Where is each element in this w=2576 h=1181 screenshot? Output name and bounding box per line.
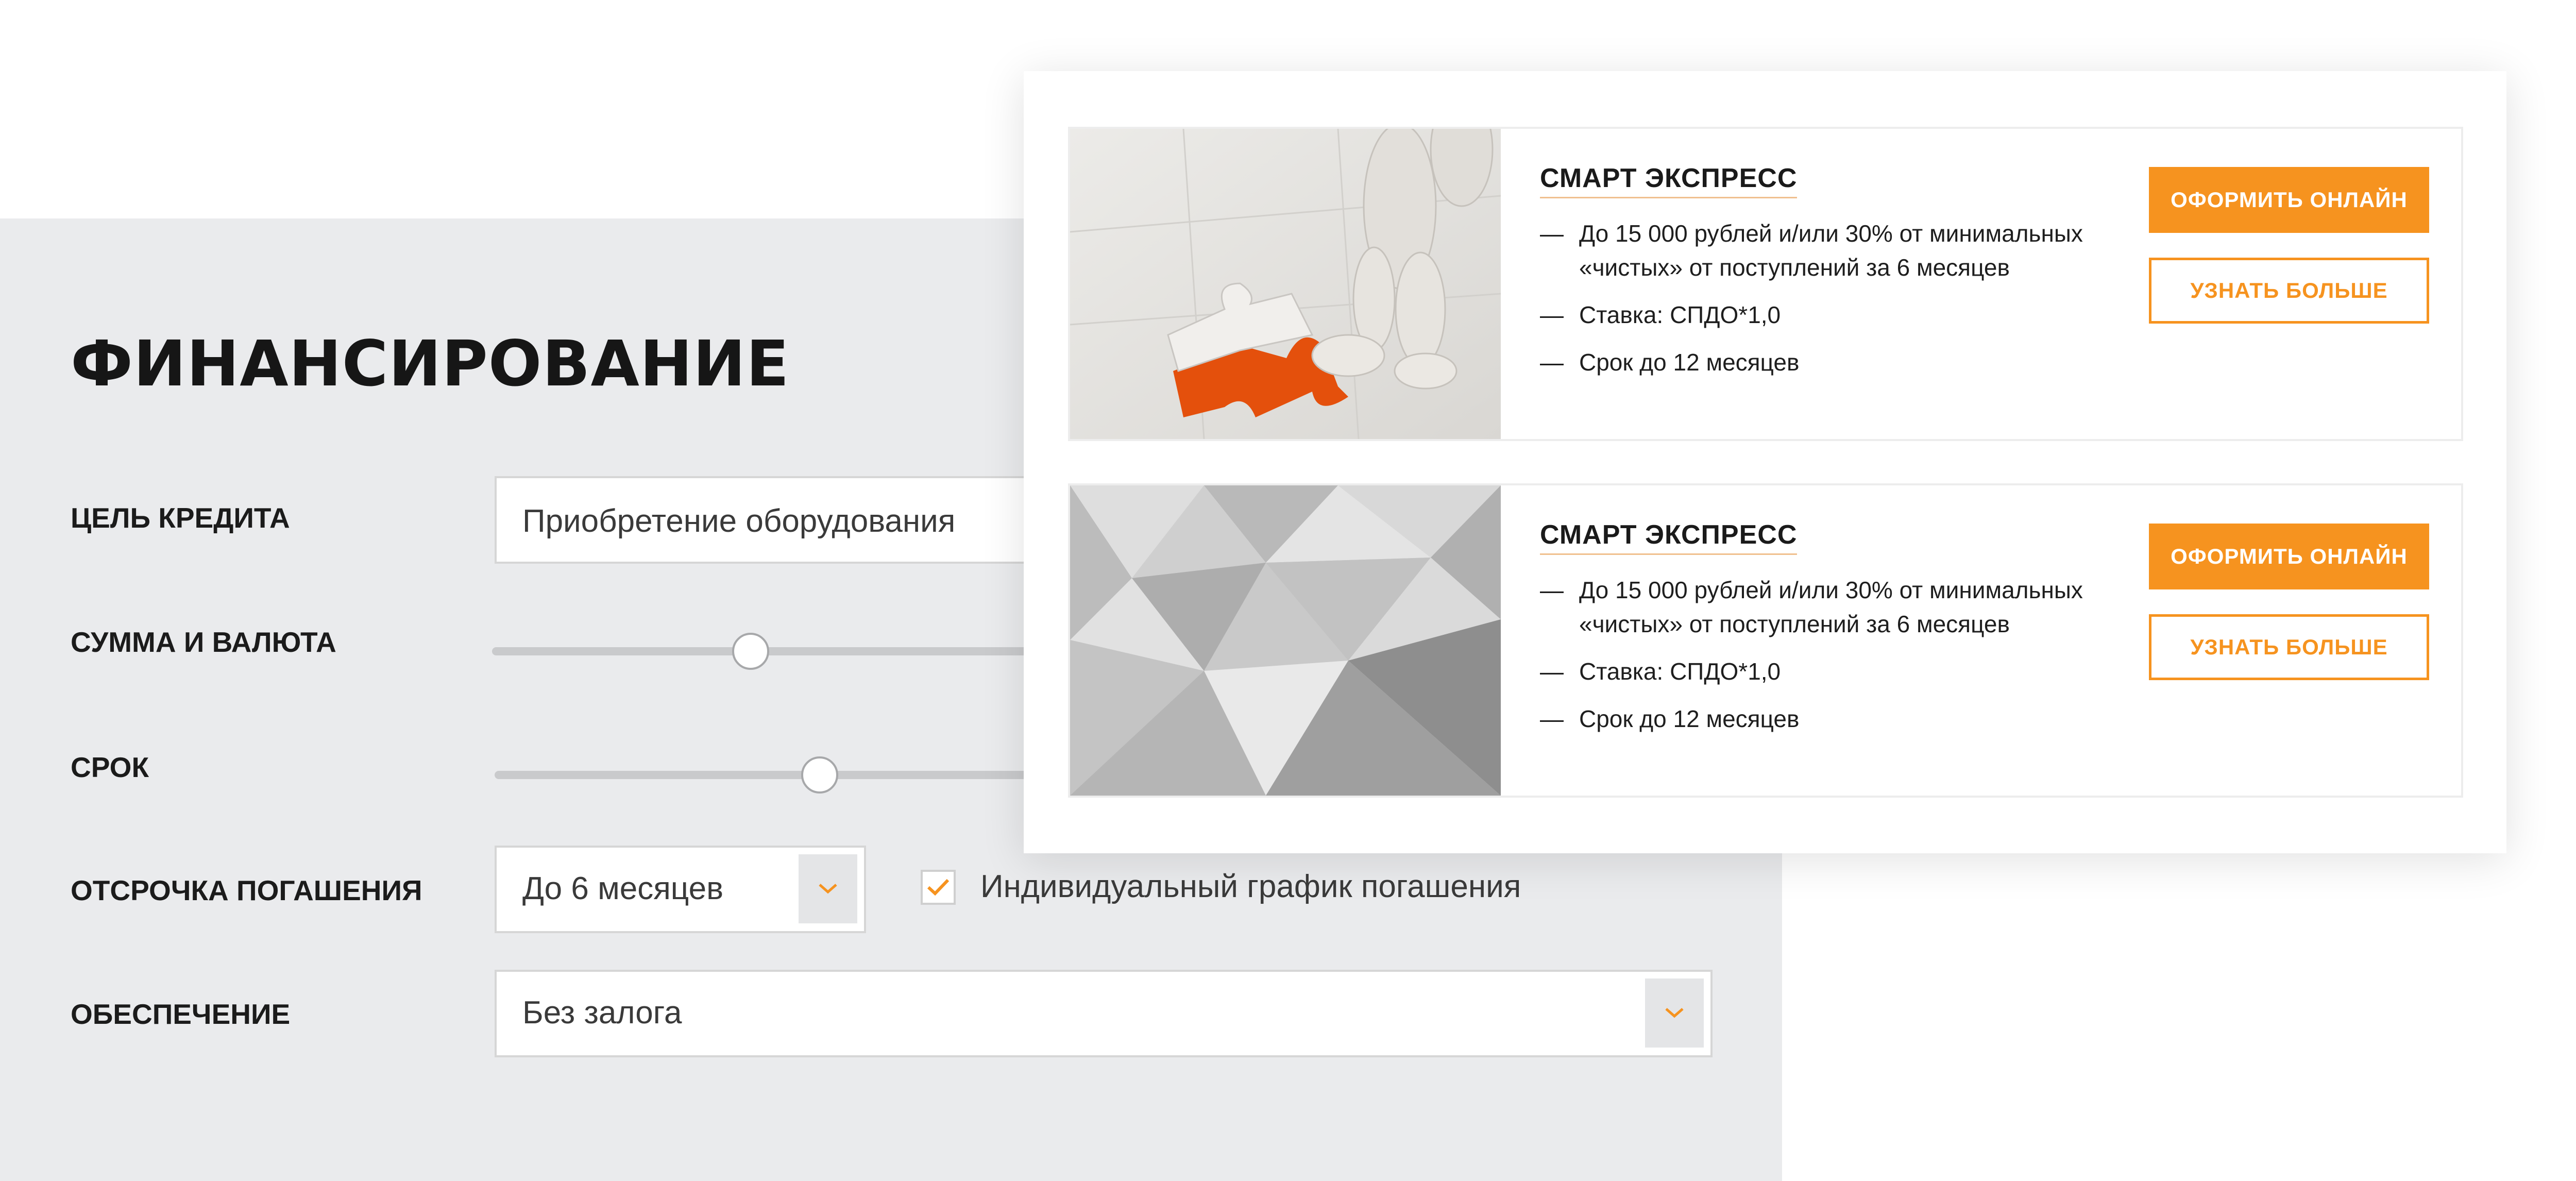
offer-feature: — Срок до 12 месяцев	[1540, 705, 1800, 732]
term-slider-thumb[interactable]	[801, 756, 838, 794]
term-slider-track[interactable]	[495, 771, 1028, 779]
offer-feature: — Срок до 12 месяцев	[1540, 349, 1800, 376]
apply-online-button[interactable]: ОФОРМИТЬ ОНЛАЙН	[2149, 167, 2429, 233]
geometric-pattern-image	[1070, 485, 1501, 796]
collateral-dropdown-button[interactable]	[1645, 978, 1704, 1048]
offer-title: СМАРТ ЭКСПРЕСС	[1540, 517, 1798, 555]
collateral-label: ОБЕСПЕЧЕНИЕ	[71, 998, 291, 1030]
learn-more-button[interactable]: УЗНАТЬ БОЛЬШЕ	[2149, 258, 2429, 324]
term-label: СРОК	[71, 751, 149, 783]
chevron-down-icon	[1665, 1008, 1684, 1018]
purpose-label: ЦЕЛЬ КРЕДИТА	[71, 502, 290, 534]
offer-card: СМАРТ ЭКСПРЕСС — До 15 000 рублей и/или 3…	[1068, 483, 2463, 798]
individual-schedule-checkbox[interactable]	[921, 870, 956, 905]
offer-feature: — Ставка: СПДО*1,0	[1540, 658, 1781, 685]
learn-more-button[interactable]: УЗНАТЬ БОЛЬШЕ	[2149, 614, 2429, 680]
offer-feature: — До 15 000 рублей и/или 30% от минимальн…	[1540, 220, 2083, 281]
apply-online-button[interactable]: ОФОРМИТЬ ОНЛАЙН	[2149, 524, 2429, 589]
offer-title: СМАРТ ЭКСПРЕСС	[1540, 161, 1798, 198]
amount-label: СУММА И ВАЛЮТА	[71, 626, 336, 658]
collateral-select[interactable]: Без залога	[495, 970, 1713, 1057]
offer-features: — До 15 000 рублей и/или 30% от минимальн…	[1540, 216, 2127, 393]
page-title: ФИНАНСИРОВАНИЕ	[71, 327, 790, 400]
puzzle-figure-image	[1070, 129, 1501, 439]
offer-features: — До 15 000 рублей и/или 30% от минимальн…	[1540, 573, 2127, 749]
deferral-dropdown-button[interactable]	[799, 854, 857, 923]
amount-slider-thumb[interactable]	[732, 633, 769, 670]
chevron-down-icon	[819, 884, 837, 894]
purpose-value: Приобретение оборудования	[522, 503, 956, 539]
deferral-label: ОТСРОЧКА ПОГАШЕНИЯ	[71, 874, 422, 906]
deferral-value: До 6 месяцев	[522, 871, 724, 906]
deferral-select[interactable]: До 6 месяцев	[495, 846, 866, 933]
collateral-value: Без залога	[522, 995, 682, 1031]
offers-popup: СМАРТ ЭКСПРЕСС — До 15 000 рублей и/или 3…	[1024, 71, 2506, 853]
offer-feature: — До 15 000 рублей и/или 30% от минимальн…	[1540, 577, 2083, 637]
offer-feature: — Ставка: СПДО*1,0	[1540, 301, 1781, 328]
offer-card: СМАРТ ЭКСПРЕСС — До 15 000 рублей и/или 3…	[1068, 127, 2463, 441]
individual-schedule-label[interactable]: Индивидуальный график погашения	[980, 865, 1521, 909]
checkmark-icon	[927, 879, 950, 896]
